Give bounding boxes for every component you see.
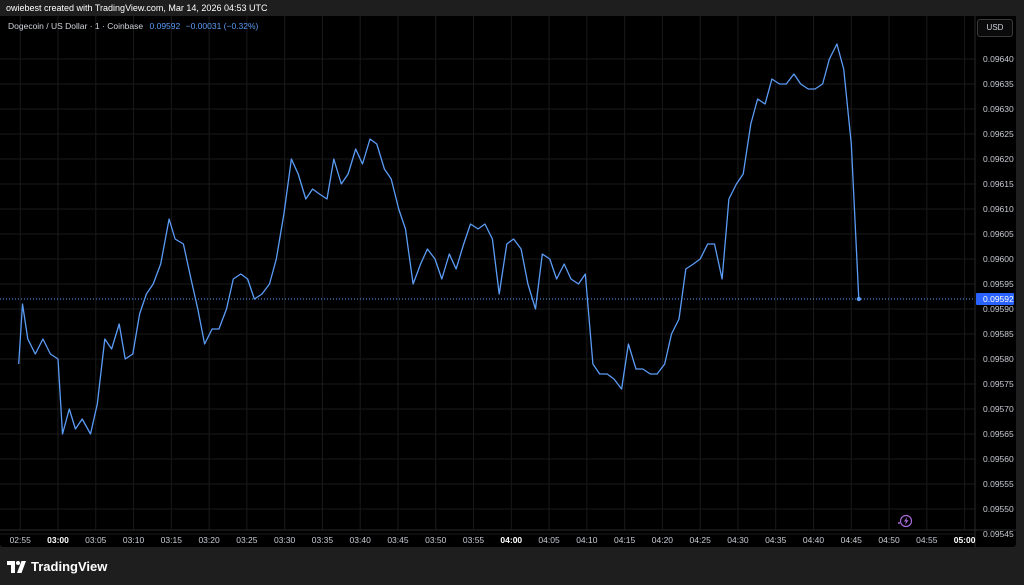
lightning-icon (904, 517, 909, 525)
time-tick-label: 04:10 (576, 535, 598, 545)
brand-name: TradingView (31, 559, 108, 574)
time-tick-label: 04:25 (690, 535, 712, 545)
price-chart[interactable]: 0.095450.095500.095550.095600.095650.095… (0, 16, 1016, 547)
symbol-price: 0.09592 (149, 21, 181, 31)
price-tick-label: 0.09610 (983, 204, 1014, 214)
price-series (0, 43, 975, 435)
price-tick-label: 0.09635 (983, 79, 1014, 89)
time-tick-label: 04:20 (652, 535, 674, 545)
price-tick-label: 0.09565 (983, 429, 1014, 439)
price-tick-label: 0.09605 (983, 229, 1014, 239)
time-tick-label: 03:55 (463, 535, 485, 545)
time-tick-label: 04:40 (803, 535, 825, 545)
price-line (18, 43, 860, 435)
time-tick-label: 04:55 (916, 535, 938, 545)
time-tick-label: 04:05 (538, 535, 560, 545)
price-tick-label: 0.09550 (983, 504, 1014, 514)
footer: TradingView (0, 547, 1024, 585)
price-tick-label: 0.09570 (983, 404, 1014, 414)
time-tick-label: 02:55 (10, 535, 32, 545)
time-tick-label: 03:50 (425, 535, 447, 545)
price-tick-label: 0.09630 (983, 104, 1014, 114)
price-tick-label: 0.09590 (983, 304, 1014, 314)
chart-caption: owiebest created with TradingView.com, M… (6, 3, 268, 13)
grid-lines (0, 16, 975, 535)
time-tick-label: 03:00 (47, 535, 69, 545)
time-tick-label: 04:50 (878, 535, 900, 545)
price-tick-label: 0.09620 (983, 154, 1014, 164)
brand[interactable]: TradingView (7, 559, 107, 574)
time-tick-label: 03:10 (123, 535, 145, 545)
chart-frame[interactable]: 0.09545 0.09550 0.09555 0.09560 0.09565 0.095… (0, 16, 1016, 547)
price-axis[interactable]: 0.095450.095500.095550.095600.095650.095… (974, 16, 1014, 547)
price-tick-label: 0.09625 (983, 129, 1014, 139)
time-tick-label: 04:35 (765, 535, 787, 545)
time-tick-label: 04:00 (500, 535, 522, 545)
lightning-icon-group[interactable] (898, 514, 913, 528)
last-price-label: 0.09592 (983, 294, 1014, 304)
price-tick-label: 0.09600 (983, 254, 1014, 264)
last-price-dot (856, 296, 862, 302)
time-tick-label: 03:15 (161, 535, 183, 545)
time-tick-label: 04:30 (727, 535, 749, 545)
time-tick-label: 03:25 (236, 535, 258, 545)
price-tick-label: 0.09560 (983, 454, 1014, 464)
time-tick-label: 03:45 (387, 535, 409, 545)
symbol-legend[interactable]: Dogecoin / US Dollar · 1 · Coinbase 0.09… (8, 21, 258, 31)
price-tick-label: 0.09580 (983, 354, 1014, 364)
plus-icon (898, 522, 900, 524)
price-tick-label: 0.09585 (983, 329, 1014, 339)
price-tick-label: 0.09555 (983, 479, 1014, 489)
price-tick-label: 0.09595 (983, 279, 1014, 289)
currency-button[interactable]: USD (977, 19, 1013, 37)
time-tick-label: 04:45 (841, 535, 863, 545)
symbol-change: −0.00031 (−0.32%) (185, 21, 259, 31)
time-axis[interactable]: 02:55 03:00 03:05 03:10 03:15 03:20 03:25 03:30… (0, 529, 1016, 545)
price-tick-label: 0.09575 (983, 379, 1014, 389)
time-tick-label: 03:30 (274, 535, 296, 545)
price-tick-label: 0.09640 (983, 54, 1014, 64)
time-tick-label: 05:00 (954, 535, 976, 545)
tradingview-logo-icon (7, 560, 26, 573)
time-tick-label: 03:05 (85, 535, 107, 545)
time-tick-label: 03:35 (312, 535, 334, 545)
top-bar: owiebest created with TradingView.com, M… (0, 0, 1024, 16)
time-tick-label: 04:15 (614, 535, 636, 545)
time-tick-label: 03:40 (350, 535, 372, 545)
time-tick-label: 03:20 (198, 535, 220, 545)
symbol-name: Dogecoin / US Dollar · 1 · Coinbase (8, 21, 144, 31)
price-tick-label: 0.09615 (983, 179, 1014, 189)
